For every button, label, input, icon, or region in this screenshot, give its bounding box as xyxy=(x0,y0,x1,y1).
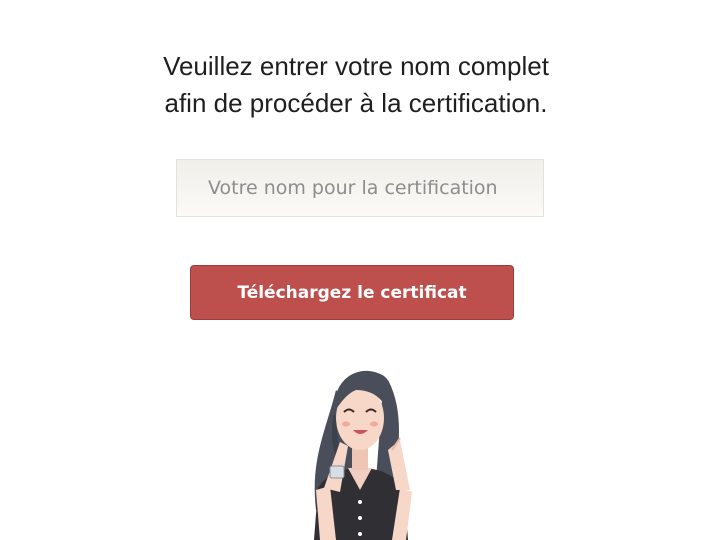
clapping-woman-illustration xyxy=(314,370,412,540)
prompt-line-2: afin de procéder à la certification. xyxy=(164,88,548,118)
download-certificate-button[interactable]: Téléchargez le certificat xyxy=(190,265,514,320)
prompt-line-1: Veuillez entrer votre nom complet xyxy=(163,51,549,81)
full-name-input[interactable] xyxy=(176,159,544,217)
certification-prompt: Veuillez entrer votre nom complet afin d… xyxy=(0,48,712,122)
